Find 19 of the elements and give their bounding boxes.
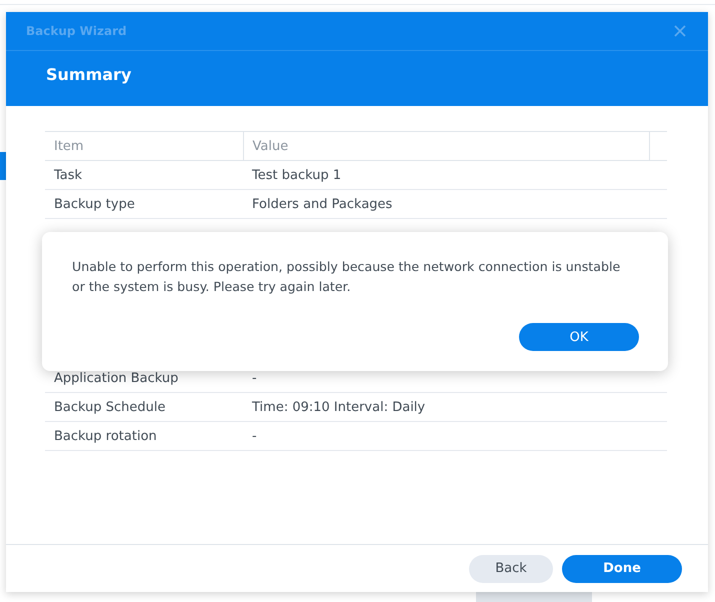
window-title: Backup Wizard — [26, 24, 127, 38]
item-cell: Backup rotation — [45, 422, 243, 450]
column-header: Item — [45, 132, 243, 160]
item-cell: Task — [45, 160, 243, 190]
close-icon[interactable] — [674, 25, 686, 37]
value-cell: Time: 09:10 Interval: Daily — [243, 392, 649, 422]
value-cell: - — [243, 422, 649, 450]
item-cell: Backup type — [45, 190, 243, 218]
button-fragment[interactable] — [476, 592, 592, 602]
value-cell: Folders and Packages — [243, 190, 649, 218]
step-title: Summary — [46, 65, 132, 84]
value-cell: Test backup 1 — [243, 160, 649, 190]
ok-button[interactable]: OK — [519, 323, 639, 351]
back-button[interactable]: Back — [469, 554, 553, 582]
column-header: Value — [243, 132, 649, 160]
item-cell: Backup Schedule — [45, 392, 243, 422]
button-fragment[interactable] — [0, 152, 6, 180]
alert-message: Unable to perform this operation, possibly because the network connection is unstable or the system is busy. Please try again later. — [72, 258, 622, 296]
done-button[interactable]: Done — [562, 554, 682, 582]
